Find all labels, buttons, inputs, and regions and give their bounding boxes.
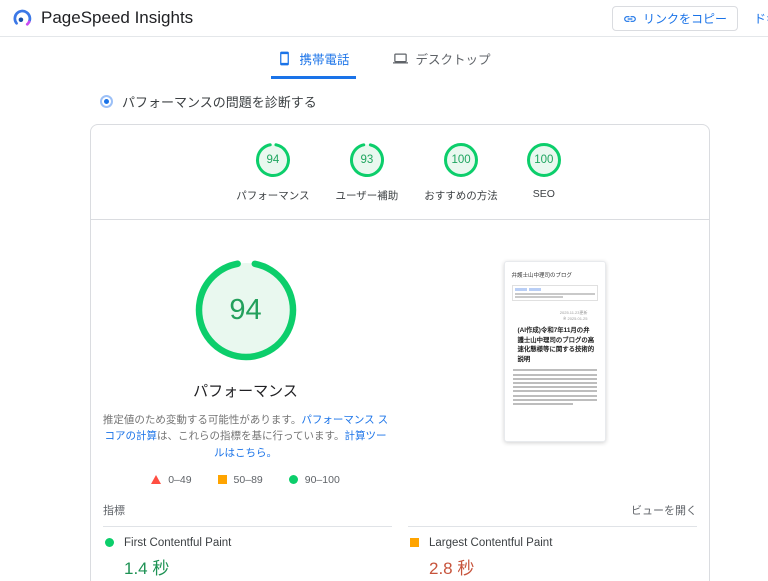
- tab-mobile-label: 携帯電話: [299, 49, 349, 68]
- score-legend: 0–49 50–89 90–100: [151, 474, 340, 486]
- metrics-grid: First Contentful Paint 1.4 秒 Total Block…: [91, 526, 709, 581]
- performance-section: 94 パフォーマンス 推定値のため変動する可能性があります。パフォーマンス スコ…: [91, 220, 709, 486]
- thumbnail-body-lines: [513, 369, 597, 405]
- page-screenshot-thumbnail[interactable]: 弁護士山中理司のブログ 2025.11.23更新 ※ 2025.01.25 (A…: [504, 261, 606, 442]
- tab-desktop[interactable]: デスクトップ: [386, 45, 497, 79]
- expand-view-button[interactable]: ビューを開く: [631, 502, 697, 518]
- laptop-icon: [392, 51, 409, 66]
- report-card: 94 パフォーマンス 93 ユーザー補助 100 おすすめの方法 100 SEO: [90, 124, 710, 581]
- fcp-name: First Contentful Paint: [124, 537, 231, 549]
- legend-good-label: 90–100: [305, 474, 340, 486]
- seo-score: 100: [524, 140, 564, 180]
- metrics-header: 指標 ビューを開く: [91, 486, 709, 526]
- lcp-status-icon: [410, 538, 419, 547]
- fcp-status-icon: [105, 538, 114, 547]
- main-performance-score: 94: [194, 258, 298, 362]
- description-text-2: は、これらの指標を基に行っています。: [157, 430, 344, 442]
- performance-score: 94: [253, 140, 293, 180]
- seo-gauge: 100: [524, 140, 564, 180]
- performance-label: パフォーマンス: [236, 188, 309, 203]
- legend-average-label: 50–89: [234, 474, 263, 486]
- link-icon: [623, 12, 637, 26]
- legend-poor: 0–49: [151, 474, 191, 486]
- category-performance[interactable]: 94 パフォーマンス: [236, 140, 309, 203]
- legend-good: 90–100: [289, 474, 340, 486]
- category-score-summary: 94 パフォーマンス 93 ユーザー補助 100 おすすめの方法 100 SEO: [91, 125, 709, 215]
- average-square-icon: [218, 475, 227, 484]
- copy-link-button[interactable]: リンクをコピー: [612, 6, 738, 31]
- description-text-1: 推定値のため変動する可能性があります。: [103, 414, 301, 426]
- thumbnail-site-title: 弁護士山中理司のブログ: [512, 271, 598, 279]
- score-description: 推定値のため変動する可能性があります。パフォーマンス スコアの計算は、これらの指…: [100, 412, 392, 461]
- poor-triangle-icon: [151, 475, 161, 484]
- best-practices-gauge: 100: [441, 140, 481, 180]
- diagnose-section-header: パフォーマンスの問題を診断する: [100, 92, 768, 111]
- main-performance-label: パフォーマンス: [193, 380, 298, 401]
- legend-poor-label: 0–49: [168, 474, 191, 486]
- best-practices-label: おすすめの方法: [424, 188, 498, 203]
- category-accessibility[interactable]: 93 ユーザー補助: [336, 140, 399, 203]
- fcp-value: 1.4 秒: [124, 554, 392, 579]
- seo-label: SEO: [533, 188, 555, 200]
- accessibility-label: ユーザー補助: [336, 188, 399, 203]
- diagnose-bullet-icon: [100, 95, 113, 108]
- smartphone-icon: [277, 51, 292, 66]
- thumbnail-heading: (AI作成)令和7年11月の弁護士山中理司のブログの高速化態様等に関する技術的説…: [518, 326, 596, 364]
- app-header: PageSpeed Insights リンクをコピー ドキュメン: [0, 0, 768, 37]
- accessibility-score: 93: [347, 140, 387, 180]
- diagnose-section-title: パフォーマンスの問題を診断する: [122, 92, 317, 111]
- tab-desktop-label: デスクトップ: [416, 49, 491, 68]
- brand[interactable]: PageSpeed Insights: [12, 8, 193, 29]
- legend-average: 50–89: [218, 474, 263, 486]
- metric-fcp: First Contentful Paint 1.4 秒: [103, 526, 392, 581]
- thumbnail-date: 2025.11.23更新 ※ 2025.01.25: [512, 310, 598, 322]
- pagespeed-logo-icon: [12, 8, 33, 29]
- copy-link-label: リンクをコピー: [643, 10, 727, 27]
- category-best-practices[interactable]: 100 おすすめの方法: [424, 140, 498, 203]
- accessibility-gauge: 93: [347, 140, 387, 180]
- lcp-value: 2.8 秒: [429, 554, 697, 579]
- metric-lcp: Largest Contentful Paint 2.8 秒: [408, 526, 697, 581]
- performance-gauge: 94: [253, 140, 293, 180]
- tab-mobile[interactable]: 携帯電話: [271, 45, 355, 79]
- best-practices-score: 100: [441, 140, 481, 180]
- app-title: PageSpeed Insights: [41, 8, 193, 28]
- good-circle-icon: [289, 475, 298, 484]
- main-performance-gauge: 94: [194, 258, 298, 362]
- device-tabs: 携帯電話 デスクトップ: [0, 37, 768, 79]
- metrics-heading: 指標: [103, 502, 125, 518]
- thumbnail-breadcrumb: [512, 285, 598, 301]
- lcp-name: Largest Contentful Paint: [429, 537, 552, 549]
- category-seo[interactable]: 100 SEO: [524, 140, 564, 203]
- docs-link[interactable]: ドキュメン: [754, 10, 768, 27]
